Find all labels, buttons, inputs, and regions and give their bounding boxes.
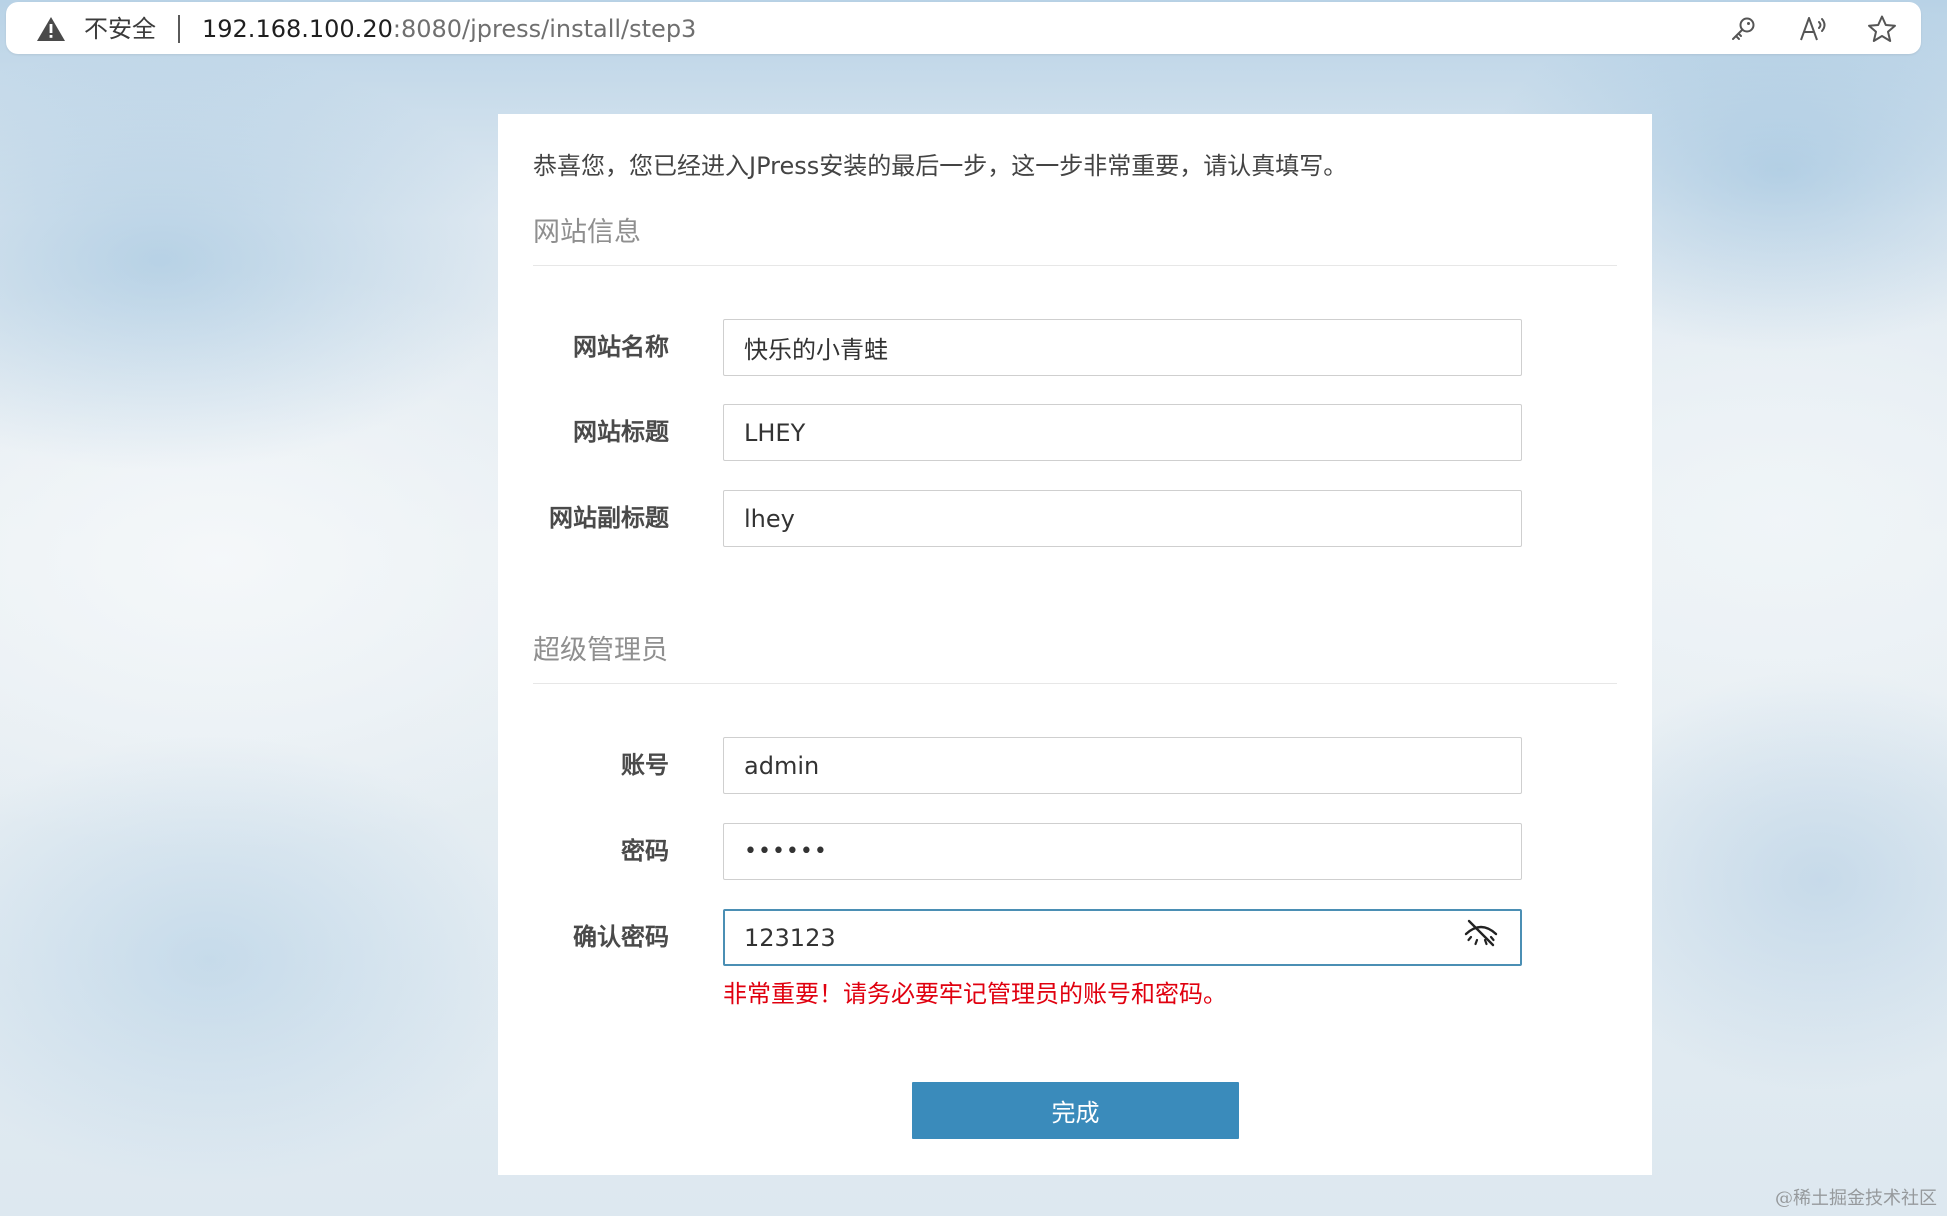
- site-info-heading: 网站信息: [533, 217, 641, 248]
- site-title-label: 网站标题: [573, 418, 669, 446]
- confirm-password-label: 确认密码: [573, 923, 669, 951]
- password-input[interactable]: [723, 823, 1522, 880]
- url-path: :8080/jpress/install/step3: [392, 15, 697, 43]
- warning-message: 非常重要！请务必要牢记管理员的账号和密码。: [723, 980, 1227, 1008]
- site-subtitle-label: 网站副标题: [549, 504, 669, 532]
- confirm-password-input[interactable]: [723, 909, 1522, 966]
- favorite-star-icon[interactable]: [1867, 14, 1897, 44]
- account-input[interactable]: [723, 737, 1522, 794]
- address-bar[interactable]: 不安全 192.168.100.20:8080/jpress/install/s…: [6, 2, 1921, 54]
- url-host: 192.168.100.20: [202, 15, 393, 43]
- install-card: 恭喜您，您已经进入JPress安装的最后一步，这一步非常重要，请认真填写。 网站…: [498, 114, 1652, 1175]
- site-name-input[interactable]: [723, 319, 1522, 376]
- key-icon[interactable]: [1728, 14, 1758, 44]
- account-label: 账号: [621, 751, 669, 779]
- hide-password-icon[interactable]: [1462, 914, 1500, 952]
- password-label: 密码: [621, 837, 669, 865]
- finish-button[interactable]: 完成: [912, 1082, 1239, 1139]
- url-text[interactable]: 192.168.100.20:8080/jpress/install/step3: [202, 15, 696, 43]
- site-name-label: 网站名称: [573, 333, 669, 361]
- read-aloud-icon[interactable]: [1798, 14, 1828, 44]
- site-subtitle-input[interactable]: [723, 490, 1522, 547]
- warning-icon[interactable]: [36, 16, 66, 42]
- site-title-input[interactable]: [723, 404, 1522, 461]
- address-divider: [178, 15, 180, 43]
- watermark: @稀土掘金技术社区: [1775, 1188, 1937, 1209]
- security-status[interactable]: 不安全: [84, 15, 156, 43]
- section-divider: [533, 683, 1617, 684]
- intro-text: 恭喜您，您已经进入JPress安装的最后一步，这一步非常重要，请认真填写。: [533, 152, 1348, 180]
- section-divider: [533, 265, 1617, 266]
- admin-heading: 超级管理员: [533, 635, 668, 666]
